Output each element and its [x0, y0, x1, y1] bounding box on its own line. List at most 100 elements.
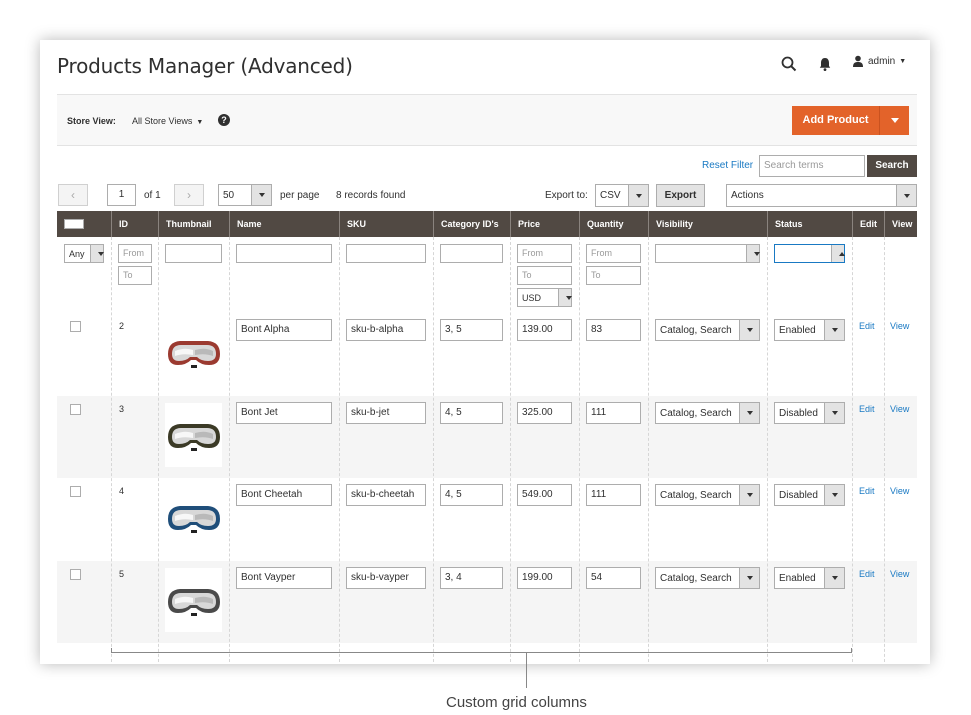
category-input[interactable]: 3, 4 [440, 567, 503, 589]
column-divider [229, 237, 230, 664]
add-product-button[interactable]: Add Product [792, 106, 909, 135]
price-from-filter[interactable]: From [517, 244, 572, 263]
name-input[interactable]: Bont Alpha [236, 319, 332, 341]
edit-link[interactable]: Edit [859, 321, 875, 331]
status-select[interactable]: Disabled [774, 484, 845, 506]
price-input[interactable]: 325.00 [517, 402, 572, 424]
table-row: 4 Bont Cheetah sku-b-cheetah 4, 5 549.00 111 C… [57, 478, 917, 560]
currency-value: USD [522, 292, 542, 303]
search-button[interactable]: Search [867, 155, 917, 177]
id-from-filter[interactable]: From [118, 244, 152, 263]
status-filter[interactable] [774, 244, 845, 263]
currency-select[interactable]: USD [517, 288, 572, 307]
column-header-price[interactable]: Price [510, 211, 579, 237]
mass-select-filter[interactable]: Any [64, 244, 104, 263]
id-to-filter[interactable]: To [118, 266, 152, 285]
status-value: Disabled [779, 489, 818, 501]
quantity-input[interactable]: 111 [586, 402, 641, 424]
chevron-down-icon: ▼ [899, 57, 907, 65]
visibility-value: Catalog, Search [660, 489, 732, 501]
user-icon [853, 55, 863, 67]
export-label: Export to: [545, 190, 588, 201]
store-view-bar: Store View: All Store Views ▼ ? Add Produ… [57, 94, 917, 146]
export-format-select[interactable]: CSV [595, 184, 649, 207]
help-icon[interactable]: ? [218, 114, 230, 126]
page-number-input[interactable]: 1 [107, 184, 136, 206]
column-header-quantity[interactable]: Quantity [579, 211, 648, 237]
actions-select[interactable]: Actions [726, 184, 917, 207]
edit-link[interactable]: Edit [859, 569, 875, 579]
name-input[interactable]: Bont Vayper [236, 567, 332, 589]
chevron-down-icon [739, 403, 759, 423]
row-checkbox[interactable] [70, 486, 81, 497]
quantity-to-filter[interactable]: To [586, 266, 641, 285]
column-header-id[interactable]: ID [111, 211, 158, 237]
chevron-down-icon [739, 485, 759, 505]
status-select[interactable]: Enabled [774, 319, 845, 341]
store-view-switcher[interactable]: All Store Views ▼ [132, 116, 203, 126]
sku-input[interactable]: sku-b-cheetah [346, 484, 426, 506]
quantity-input[interactable]: 111 [586, 484, 641, 506]
category-input[interactable]: 4, 5 [440, 484, 503, 506]
visibility-select[interactable]: Catalog, Search [655, 402, 760, 424]
view-link[interactable]: View [890, 569, 909, 579]
export-button[interactable]: Export [656, 184, 705, 207]
prev-page-button[interactable]: ‹ [58, 184, 88, 206]
admin-panel: Products Manager (Advanced) admin ▼ Stor… [40, 40, 930, 664]
mass-select-checkbox[interactable] [64, 219, 84, 229]
column-header-status[interactable]: Status [767, 211, 852, 237]
category-filter[interactable] [440, 244, 503, 263]
sku-input[interactable]: sku-b-vayper [346, 567, 426, 589]
price-to-filter[interactable]: To [517, 266, 572, 285]
column-header-name[interactable]: Name [229, 211, 339, 237]
column-header-sku[interactable]: SKU [339, 211, 433, 237]
visibility-select[interactable]: Catalog, Search [655, 484, 760, 506]
page-count: of 1 [144, 190, 161, 201]
row-checkbox[interactable] [70, 404, 81, 415]
sku-input[interactable]: sku-b-alpha [346, 319, 426, 341]
per-page-select[interactable]: 50 [218, 184, 272, 206]
quantity-input[interactable]: 54 [586, 567, 641, 589]
column-header-visibility[interactable]: Visibility [648, 211, 767, 237]
column-header-thumbnail[interactable]: Thumbnail [158, 211, 229, 237]
category-input[interactable]: 3, 5 [440, 319, 503, 341]
price-input[interactable]: 199.00 [517, 567, 572, 589]
view-link[interactable]: View [890, 404, 909, 414]
price-input[interactable]: 549.00 [517, 484, 572, 506]
quantity-input[interactable]: 83 [586, 319, 641, 341]
price-input[interactable]: 139.00 [517, 319, 572, 341]
thumbnail-filter[interactable] [165, 244, 222, 263]
visibility-select[interactable]: Catalog, Search [655, 567, 760, 589]
view-link[interactable]: View [890, 486, 909, 496]
reset-filter-link[interactable]: Reset Filter [702, 160, 753, 171]
bell-icon[interactable] [816, 55, 834, 73]
mass-select-header[interactable] [57, 211, 111, 237]
row-checkbox[interactable] [70, 321, 81, 332]
add-product-dropdown-toggle[interactable] [879, 106, 909, 135]
edit-link[interactable]: Edit [859, 486, 875, 496]
user-menu[interactable]: admin ▼ [852, 55, 906, 67]
name-input[interactable]: Bont Jet [236, 402, 332, 424]
sku-input[interactable]: sku-b-jet [346, 402, 426, 424]
category-input[interactable]: 4, 5 [440, 402, 503, 424]
name-filter[interactable] [236, 244, 332, 263]
name-input[interactable]: Bont Cheetah [236, 484, 332, 506]
goggles-thumbnail [165, 485, 222, 549]
column-divider [767, 237, 768, 664]
status-select[interactable]: Enabled [774, 567, 845, 589]
view-link[interactable]: View [890, 321, 909, 331]
visibility-filter[interactable] [655, 244, 760, 263]
column-divider [510, 237, 511, 664]
quantity-from-filter[interactable]: From [586, 244, 641, 263]
search-icon[interactable] [780, 55, 798, 73]
sku-filter[interactable] [346, 244, 426, 263]
visibility-select[interactable]: Catalog, Search [655, 319, 760, 341]
page-title: Products Manager (Advanced) [57, 54, 353, 78]
column-header-category-ids[interactable]: Category ID's [433, 211, 510, 237]
search-input[interactable]: Search terms [759, 155, 865, 177]
column-divider [339, 237, 340, 664]
row-checkbox[interactable] [70, 569, 81, 580]
edit-link[interactable]: Edit [859, 404, 875, 414]
next-page-button[interactable]: › [174, 184, 204, 206]
status-select[interactable]: Disabled [774, 402, 845, 424]
